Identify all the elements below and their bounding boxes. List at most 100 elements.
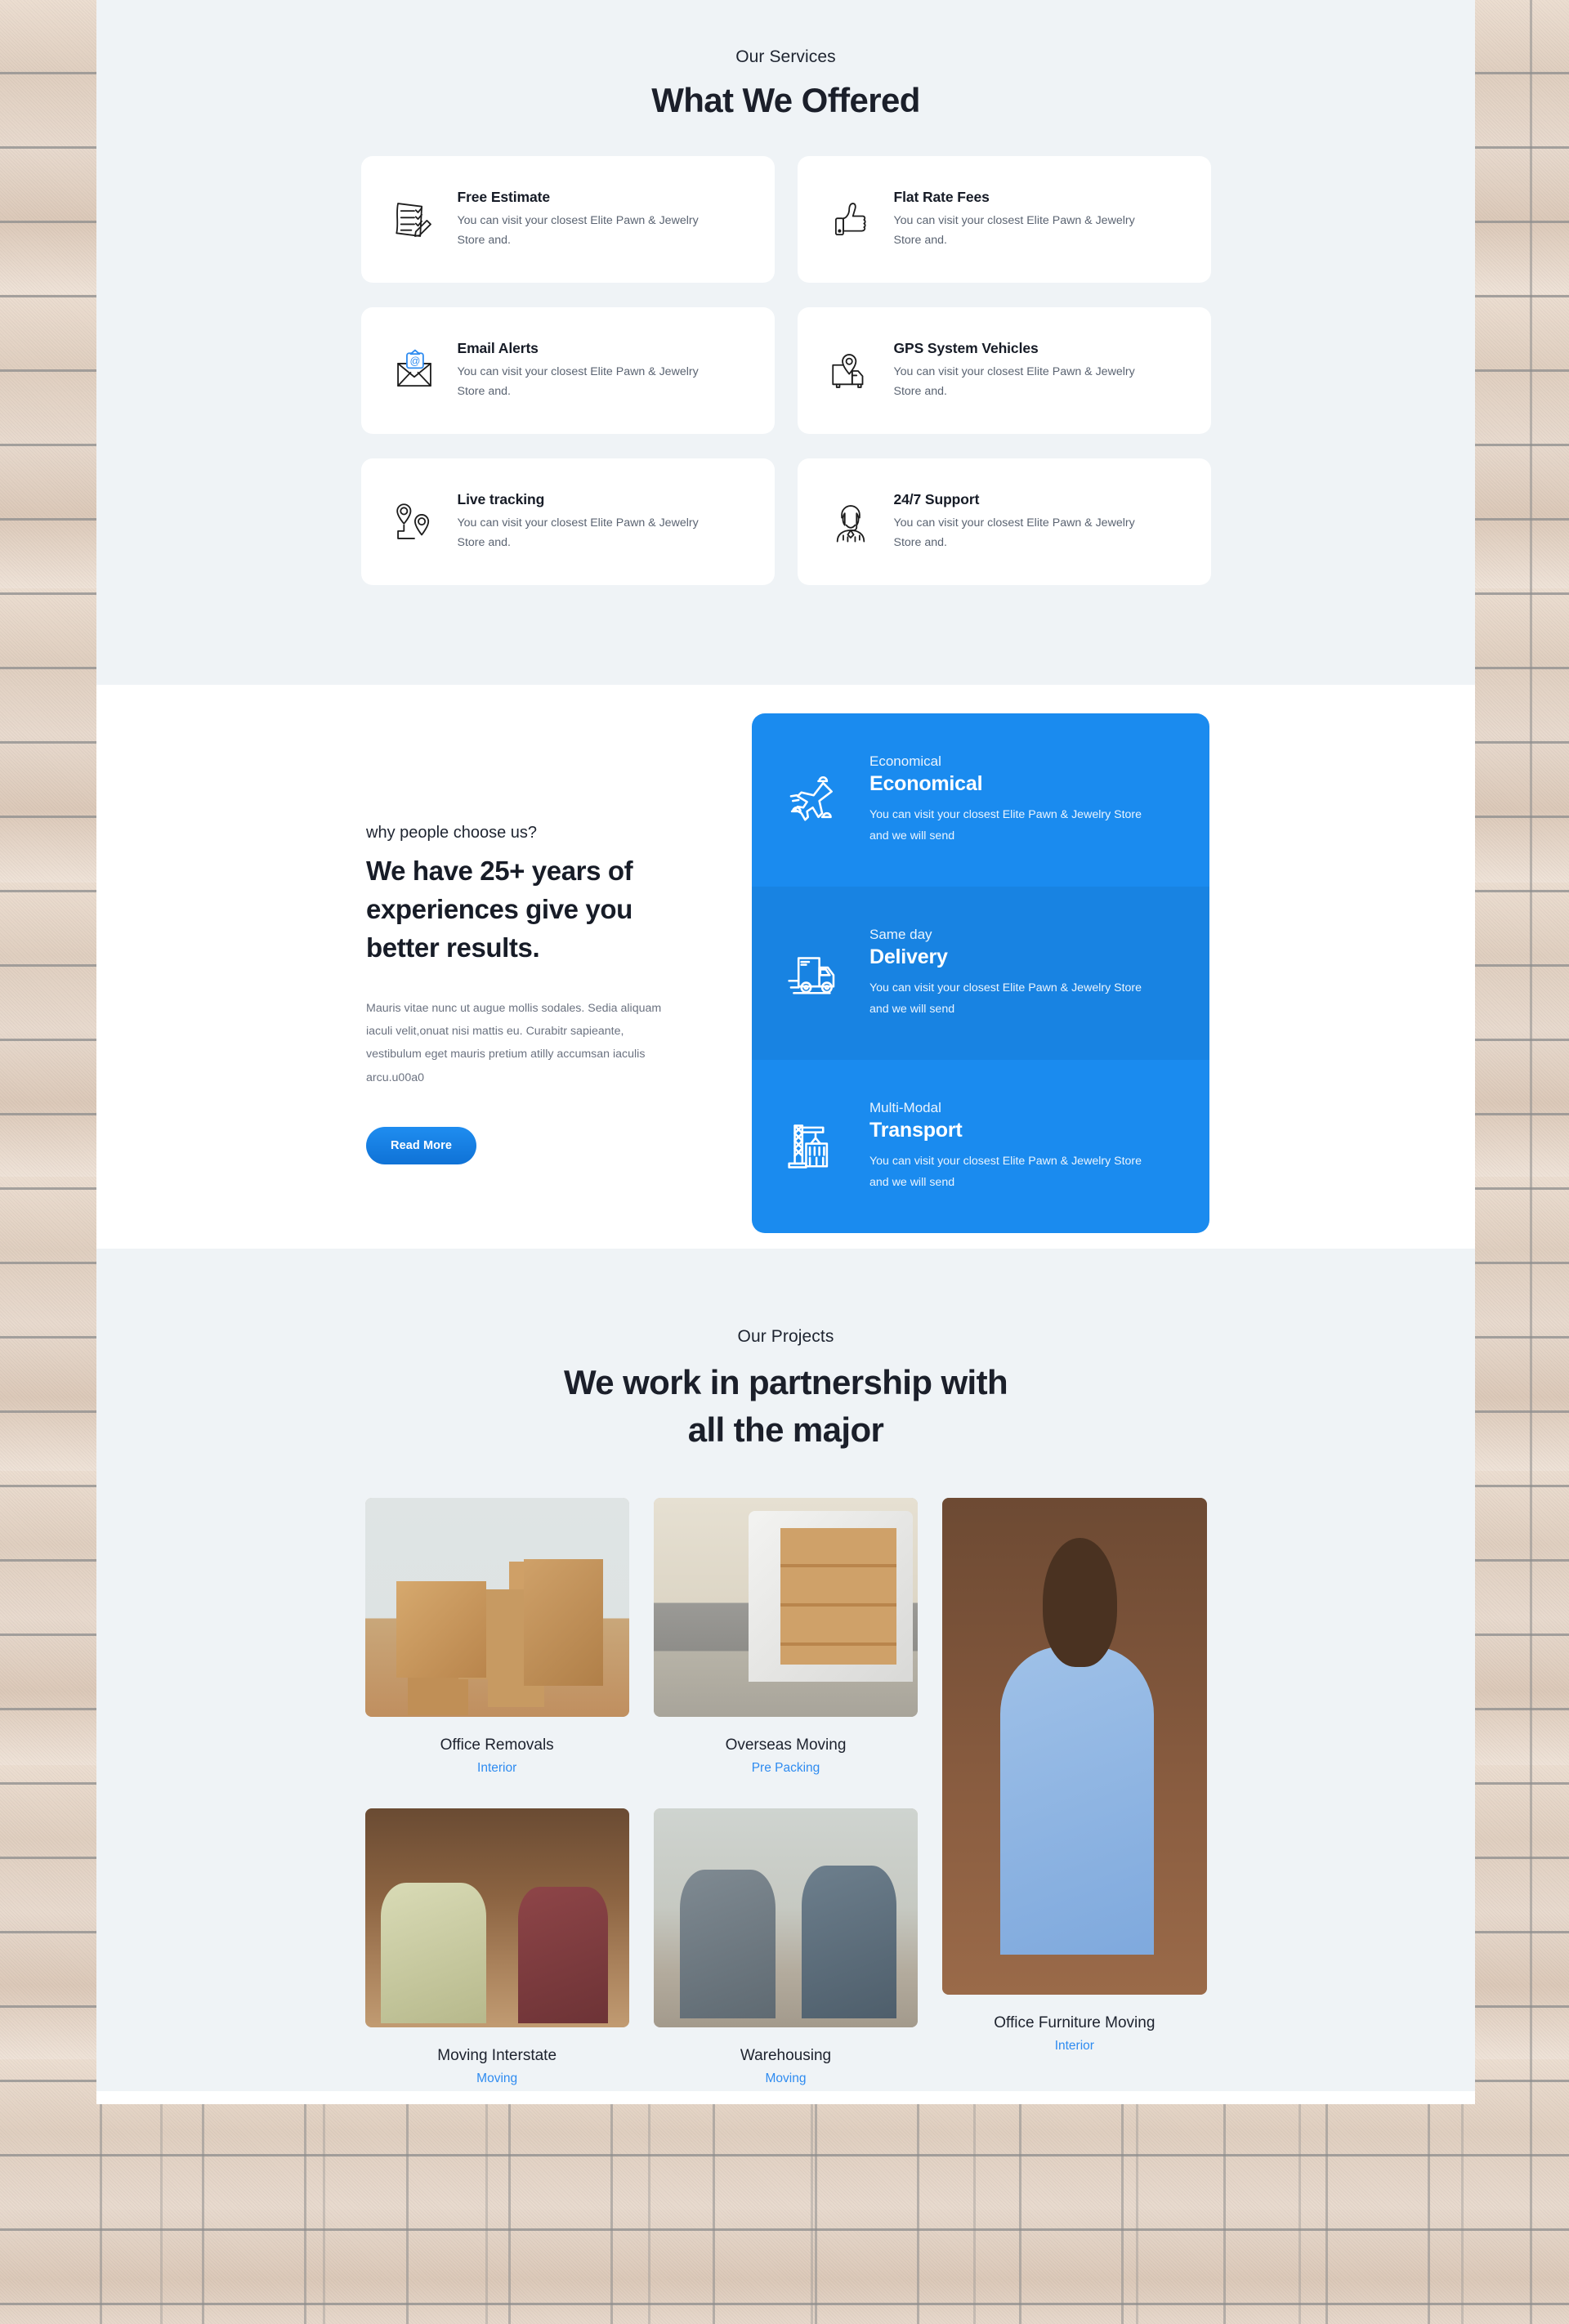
service-title: Email Alerts: [457, 339, 539, 356]
choose-title: We have 25+ years of experiences give yo…: [366, 856, 633, 963]
feature-row-economical[interactable]: Economical Economical You can visit your…: [752, 713, 1209, 887]
service-card-text: Live tracking You can visit your closest…: [458, 491, 753, 553]
project-card-warehousing[interactable]: Warehousing Moving: [653, 1781, 919, 2091]
service-card-text: Email Alerts You can visit your closest …: [458, 340, 753, 402]
couple-carrying-boxes-photo: [364, 1808, 629, 2027]
service-title: GPS System Vehicles: [893, 339, 1039, 356]
crane-container-icon: [783, 1116, 848, 1177]
service-card-text: Flat Rate Fees You can visit your closes…: [894, 189, 1190, 251]
service-card-text: 24/7 Support You can visit your closest …: [894, 491, 1190, 553]
service-card-free-estimate[interactable]: Free Estimate You can visit your closest…: [360, 156, 775, 283]
airplane-clouds-icon: [783, 770, 848, 830]
gps-van-pin-icon: [825, 346, 876, 396]
service-card-24-7-support[interactable]: 24/7 Support You can visit your closest …: [797, 458, 1211, 585]
service-title: 24/7 Support: [893, 490, 980, 507]
checklist-pencil-icon: [389, 194, 440, 245]
projects-grid: Office Removals Interior Overseas Moving…: [364, 1497, 1207, 2091]
project-card-office-furniture-moving[interactable]: Office Furniture Moving Interior: [942, 1497, 1207, 2091]
feature-title: Economical: [869, 771, 983, 795]
project-tag[interactable]: Moving: [654, 2071, 918, 2086]
project-tag[interactable]: Pre Packing: [654, 1761, 918, 1776]
projects-section: Our Projects We work in partnership with…: [96, 1249, 1475, 2091]
project-tag[interactable]: Interior: [365, 1761, 629, 1776]
headset-agent-icon: [825, 497, 876, 547]
feature-title: Delivery: [869, 945, 948, 968]
project-card-office-removals[interactable]: Office Removals Interior: [364, 1497, 629, 1781]
projects-title: We work in partnership with all the majo…: [96, 1359, 1475, 1454]
project-thumbnail[interactable]: [942, 1497, 1207, 1995]
thumbs-up-icon: [825, 194, 876, 245]
project-caption: Overseas Moving Pre Packing: [654, 1717, 918, 1781]
service-card-live-tracking[interactable]: Live tracking You can visit your closest…: [360, 458, 775, 585]
projects-title-line2: all the major: [687, 1410, 884, 1449]
choose-body-text: Mauris vitae nunc ut augue mollis sodale…: [366, 1001, 662, 1084]
service-desc: You can visit your closest Elite Pawn & …: [893, 364, 1135, 398]
project-card-moving-interstate[interactable]: Moving Interstate Moving: [364, 1781, 629, 2091]
why-choose-us-section: why people choose us? We have 25+ years …: [96, 685, 1475, 1249]
project-thumbnail[interactable]: [653, 1808, 919, 2027]
service-card-email-alerts[interactable]: @ Email Alerts You can visit your closes…: [360, 307, 775, 434]
feature-panel: Economical Economical You can visit your…: [752, 713, 1209, 1233]
feature-title: Transport: [869, 1118, 963, 1142]
moving-boxes-in-room-photo: [364, 1497, 629, 1717]
why-choose-us-copy: why people choose us? We have 25+ years …: [366, 824, 685, 1165]
service-title: Free Estimate: [457, 188, 551, 205]
projects-title-line1: We work in partnership with: [563, 1363, 1008, 1401]
feature-desc: You can visit your closest Elite Pawn & …: [869, 1154, 1142, 1189]
projects-eyebrow: Our Projects: [737, 1327, 834, 1346]
project-thumbnail[interactable]: [364, 1808, 629, 2027]
woman-packing-box-photo: [942, 1497, 1207, 1995]
grid-spacer: [654, 1781, 918, 1808]
feature-subtitle: Economical: [869, 753, 941, 769]
grid-spacer: [365, 1781, 629, 1808]
service-desc: You can visit your closest Elite Pawn & …: [893, 516, 1135, 549]
feature-row-delivery[interactable]: Same day Delivery You can visit your clo…: [752, 887, 1209, 1060]
project-caption: Warehousing Moving: [654, 2027, 918, 2091]
service-card-gps-system-vehicles[interactable]: GPS System Vehicles You can visit your c…: [797, 307, 1211, 434]
project-tag[interactable]: Moving: [365, 2071, 629, 2086]
feature-row-transport[interactable]: Multi-Modal Transport You can visit your…: [752, 1060, 1209, 1233]
project-card-overseas-moving[interactable]: Overseas Moving Pre Packing: [653, 1497, 919, 1781]
project-name: Overseas Moving: [725, 1736, 847, 1754]
service-card-text: Free Estimate You can visit your closest…: [458, 189, 753, 251]
feature-subtitle: Multi-Modal: [869, 1099, 941, 1115]
map-pins-icon: [389, 497, 440, 547]
page-container: Our Services What We Offered Free Estima…: [96, 0, 1475, 2324]
project-caption: Office Removals Interior: [365, 1717, 629, 1781]
service-card-text: GPS System Vehicles You can visit your c…: [894, 340, 1190, 402]
project-thumbnail[interactable]: [364, 1497, 629, 1717]
service-desc: You can visit your closest Elite Pawn & …: [457, 213, 699, 247]
feature-row-text: Same day Delivery You can visit your clo…: [869, 927, 1182, 1021]
service-desc: You can visit your closest Elite Pawn & …: [457, 516, 699, 549]
page-bottom-strip: [96, 2090, 1475, 2104]
movers-loading-van-photo: [653, 1497, 919, 1717]
feature-subtitle: Same day: [869, 926, 932, 942]
feature-desc: You can visit your closest Elite Pawn & …: [869, 807, 1142, 842]
project-caption: Moving Interstate Moving: [365, 2027, 629, 2091]
project-name: Office Removals: [440, 1736, 554, 1754]
project-name: Warehousing: [740, 2046, 832, 2064]
read-more-button[interactable]: Read More: [366, 1127, 477, 1165]
feature-desc: You can visit your closest Elite Pawn & …: [869, 981, 1142, 1016]
project-tag[interactable]: Interior: [942, 2039, 1206, 2054]
project-name: Office Furniture Moving: [994, 2013, 1156, 2031]
services-section: Our Services What We Offered Free Estima…: [96, 0, 1475, 685]
email-envelope-icon: @: [389, 346, 440, 396]
feature-row-text: Economical Economical You can visit your…: [869, 753, 1182, 847]
project-thumbnail[interactable]: [653, 1497, 919, 1717]
service-title: Live tracking: [457, 490, 545, 507]
service-desc: You can visit your closest Elite Pawn & …: [457, 364, 699, 398]
services-eyebrow: Our Services: [735, 47, 836, 66]
services-title: What We Offered: [651, 81, 920, 119]
services-grid: Free Estimate You can visit your closest…: [360, 156, 1211, 585]
service-desc: You can visit your closest Elite Pawn & …: [893, 213, 1135, 247]
choose-eyebrow: why people choose us?: [366, 824, 538, 842]
men-packing-kitchen-photo: [653, 1808, 919, 2027]
service-title: Flat Rate Fees: [893, 188, 990, 205]
feature-row-text: Multi-Modal Transport You can visit your…: [869, 1100, 1182, 1194]
project-name: Moving Interstate: [437, 2046, 557, 2064]
service-card-flat-rate-fees[interactable]: Flat Rate Fees You can visit your closes…: [797, 156, 1211, 283]
project-caption: Office Furniture Moving Interior: [942, 1995, 1206, 2058]
delivery-truck-icon: [783, 943, 848, 1003]
svg-text:@: @: [409, 355, 420, 366]
